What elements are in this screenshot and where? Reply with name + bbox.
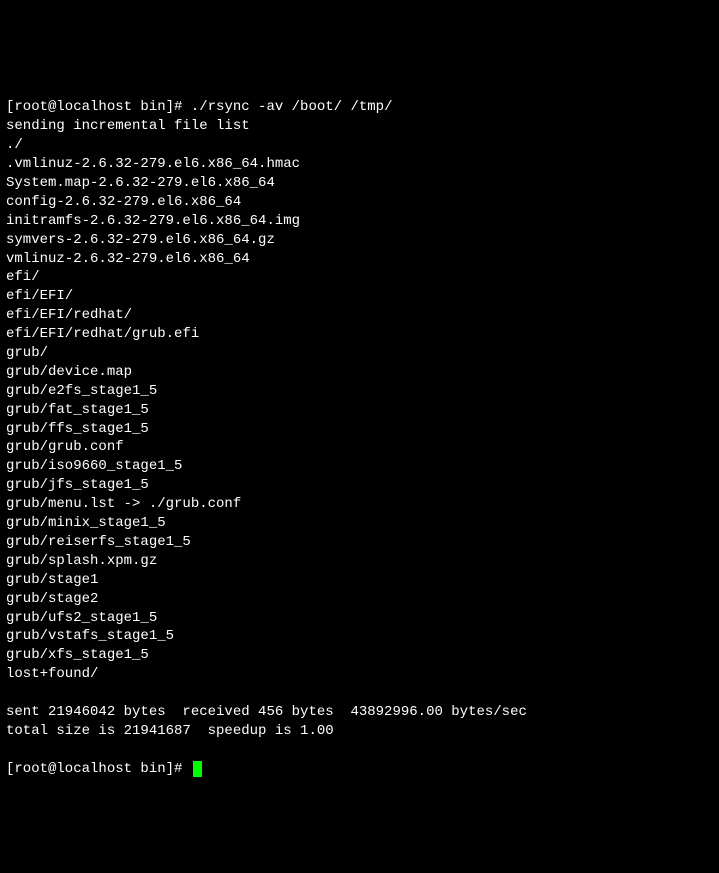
- command-text: ./rsync -av /boot/ /tmp/: [191, 99, 393, 115]
- output-line: grub/jfs_stage1_5: [6, 476, 713, 495]
- output-line: sending incremental file list: [6, 117, 713, 136]
- output-line: grub/fat_stage1_5: [6, 401, 713, 420]
- output-line: symvers-2.6.32-279.el6.x86_64.gz: [6, 231, 713, 250]
- output-line: grub/reiserfs_stage1_5: [6, 533, 713, 552]
- output-line: efi/EFI/: [6, 287, 713, 306]
- output-line: .vmlinuz-2.6.32-279.el6.x86_64.hmac: [6, 155, 713, 174]
- output-line: ./: [6, 136, 713, 155]
- output-line: grub/stage2: [6, 590, 713, 609]
- output-line: grub/ffs_stage1_5: [6, 420, 713, 439]
- output-line: grub/: [6, 344, 713, 363]
- output-line: grub/splash.xpm.gz: [6, 552, 713, 571]
- terminal-output[interactable]: [root@localhost bin]# ./rsync -av /boot/…: [6, 80, 713, 779]
- shell-prompt: [root@localhost bin]#: [6, 761, 191, 777]
- output-line: grub/iso9660_stage1_5: [6, 457, 713, 476]
- output-lines: sending incremental file list./.vmlinuz-…: [6, 117, 713, 740]
- output-line: grub/e2fs_stage1_5: [6, 382, 713, 401]
- output-line: System.map-2.6.32-279.el6.x86_64: [6, 174, 713, 193]
- output-line: efi/: [6, 268, 713, 287]
- output-line: [6, 684, 713, 703]
- cursor-icon: [193, 761, 202, 777]
- output-line: grub/xfs_stage1_5: [6, 646, 713, 665]
- output-line: grub/grub.conf: [6, 438, 713, 457]
- output-line: grub/stage1: [6, 571, 713, 590]
- output-line: vmlinuz-2.6.32-279.el6.x86_64: [6, 250, 713, 269]
- output-line: grub/device.map: [6, 363, 713, 382]
- output-line: grub/ufs2_stage1_5: [6, 609, 713, 628]
- shell-prompt: [root@localhost bin]#: [6, 99, 191, 115]
- output-line: sent 21946042 bytes received 456 bytes 4…: [6, 703, 713, 722]
- output-line: grub/minix_stage1_5: [6, 514, 713, 533]
- output-line: initramfs-2.6.32-279.el6.x86_64.img: [6, 212, 713, 231]
- output-line: config-2.6.32-279.el6.x86_64: [6, 193, 713, 212]
- output-line: efi/EFI/redhat/: [6, 306, 713, 325]
- output-line: efi/EFI/redhat/grub.efi: [6, 325, 713, 344]
- output-line: lost+found/: [6, 665, 713, 684]
- output-line: grub/vstafs_stage1_5: [6, 627, 713, 646]
- output-line: grub/menu.lst -> ./grub.conf: [6, 495, 713, 514]
- output-line: total size is 21941687 speedup is 1.00: [6, 722, 713, 741]
